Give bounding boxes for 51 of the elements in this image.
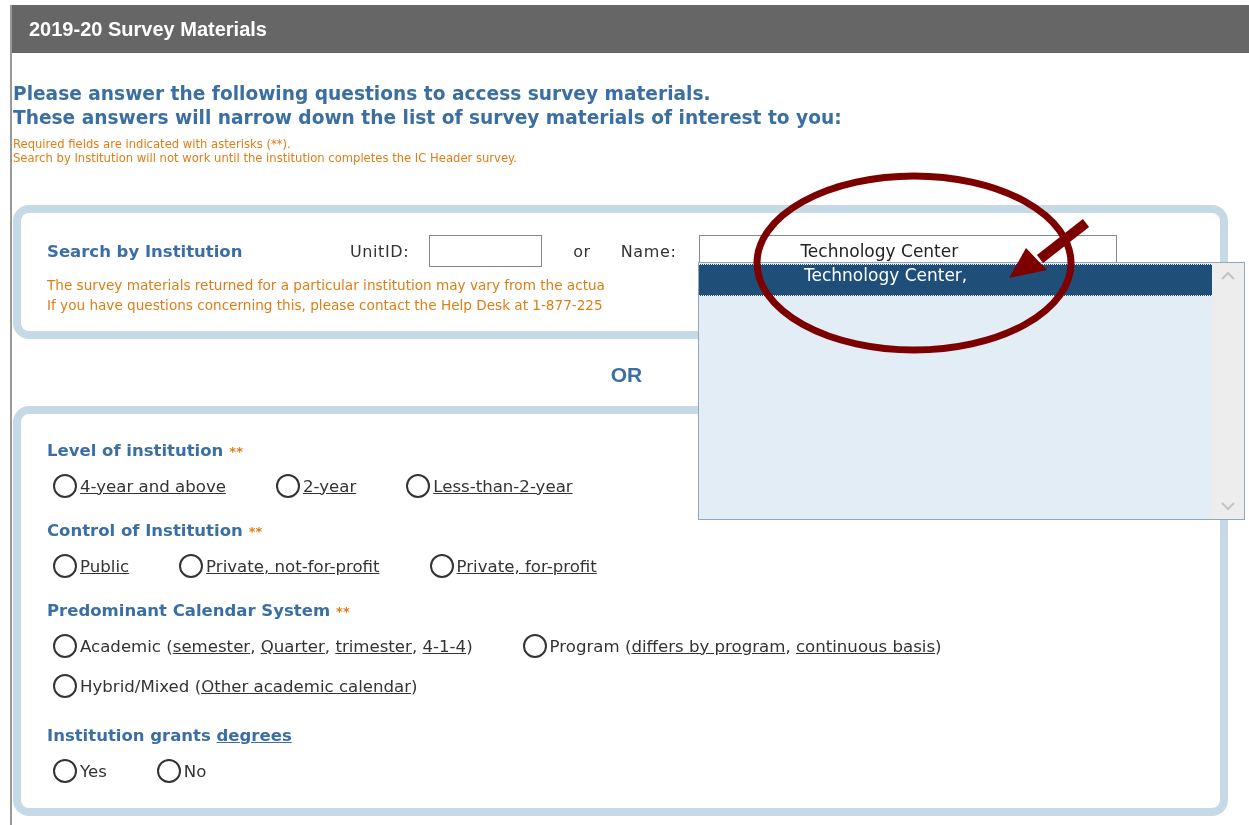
- required-marker: **: [336, 604, 350, 619]
- radio-button[interactable]: [53, 554, 77, 578]
- option-link[interactable]: Other academic calendar: [201, 676, 412, 696]
- option-link[interactable]: Private, for-profit: [456, 556, 597, 576]
- option-link[interactable]: continuous basis: [795, 636, 936, 656]
- section-heading: Institution grants degrees: [47, 725, 292, 747]
- section-heading: Control of Institution: [47, 521, 243, 540]
- option-link[interactable]: Less-than-2-year: [433, 476, 573, 496]
- or-separator: OR: [610, 363, 643, 387]
- radio-button[interactable]: [53, 674, 77, 698]
- radio-button[interactable]: [406, 474, 431, 498]
- radio-button[interactable]: [429, 554, 454, 578]
- note-text: If you have questions concerning this, please contact the Help Desk at 1-877-225: [47, 296, 603, 315]
- note-text: The survey materials returned for a particular institution may vary from the actua: [47, 276, 605, 295]
- required-marker: **: [248, 524, 263, 539]
- or-label: or: [573, 241, 591, 261]
- note-text: Required fields are indicated with asterisks (**).: [13, 137, 291, 151]
- radio-button[interactable]: [179, 554, 204, 578]
- radio-button[interactable]: [522, 634, 547, 658]
- section-heading: Search by Institution: [47, 241, 244, 261]
- radio-button[interactable]: [53, 634, 77, 658]
- note-text: Search by Institution will not work until the institution completes the IC Header survey.: [13, 151, 517, 165]
- option-label: Yes: [80, 761, 107, 781]
- page-title: 2019-20 Survey Materials: [29, 18, 267, 41]
- section-heading: Level of institution: [47, 441, 224, 460]
- unitid-field[interactable]: [429, 235, 543, 267]
- option-link[interactable]: 4-1-4: [422, 636, 467, 656]
- option-link[interactable]: Quarter: [260, 636, 325, 656]
- option-link[interactable]: differs by program: [631, 636, 786, 656]
- radio-button[interactable]: [275, 474, 300, 498]
- option-link[interactable]: 4-year and above: [80, 476, 226, 496]
- field-label: Name:: [620, 241, 677, 261]
- required-marker: **: [229, 444, 243, 459]
- option-label: Program (differs by program, continuous basis): [549, 636, 942, 656]
- suggestion-item[interactable]: Technology Center,: [699, 264, 1212, 296]
- option-link[interactable]: semester: [172, 636, 251, 656]
- intro-heading: Please answer the following questions to access survey materials.: [13, 82, 711, 106]
- section-heading: Predominant Calendar System: [47, 601, 331, 620]
- option-link[interactable]: Public: [80, 556, 130, 576]
- field-label: UnitID:: [350, 241, 410, 261]
- radio-button[interactable]: [53, 759, 77, 783]
- option-link[interactable]: Private, not-for-profit: [206, 556, 380, 576]
- intro-heading: These answers will narrow down the list of survey materials of interest to you:: [13, 106, 842, 130]
- option-label: Academic (semester, Quarter, trimester, 4-1-4): [80, 636, 473, 656]
- option-link[interactable]: 2-year: [302, 476, 357, 496]
- radio-button[interactable]: [53, 474, 77, 498]
- option-label: No: [183, 761, 207, 781]
- option-link[interactable]: trimester: [335, 636, 412, 656]
- heading-link[interactable]: degrees: [216, 726, 292, 745]
- radio-button[interactable]: [156, 759, 181, 783]
- option-label: Hybrid/Mixed (Other academic calendar): [80, 676, 418, 696]
